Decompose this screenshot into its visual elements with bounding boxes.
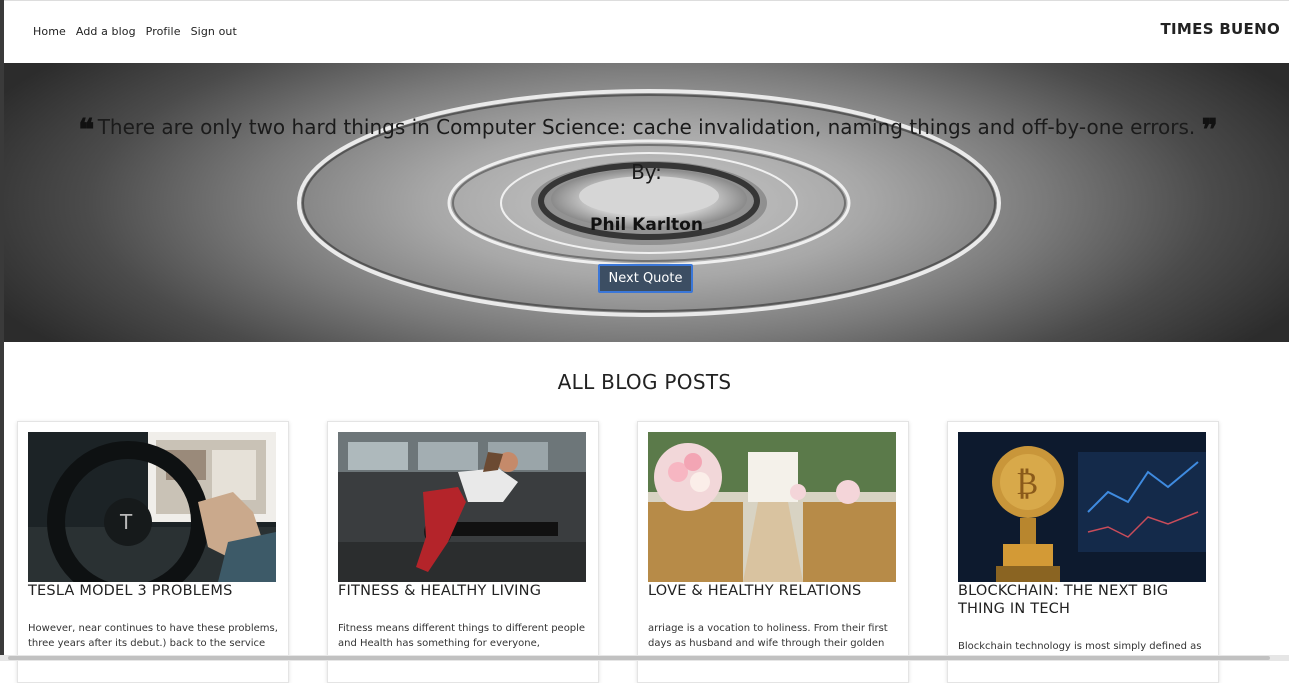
blog-card-tesla[interactable]: T TESLA MODEL 3 PROBLEMS However, near c… [17, 421, 289, 683]
card-excerpt: Blockchain technology is most simply def… [958, 641, 1202, 652]
scrollbar-thumb[interactable] [8, 656, 1270, 660]
nav-link-add-blog[interactable]: Add a blog [76, 25, 136, 38]
nav-link-profile[interactable]: Profile [146, 25, 181, 38]
wedding-aisle-image[interactable] [648, 432, 896, 582]
bitcoin-image[interactable]: ₿ [958, 432, 1206, 582]
quote-right-icon: ❞ [1201, 113, 1218, 148]
gym-workout-image[interactable] [338, 432, 586, 582]
next-quote-button[interactable]: Next Quote [598, 264, 693, 293]
card-title[interactable]: LOVE & HEALTHY RELATIONS [648, 582, 888, 600]
quote-left-icon: ❝ [78, 113, 94, 148]
card-title[interactable]: FITNESS & HEALTHY LIVING [338, 582, 578, 600]
ripple-background-image [297, 89, 1001, 317]
quote-text-line: ❝ There are only two hard things in Comp… [4, 113, 1289, 148]
navbar: Home Add a blog Profile Sign out TIMES B… [4, 1, 1289, 63]
posts-heading: ALL BLOG POSTS [557, 370, 732, 394]
blog-card-blockchain[interactable]: ₿ BLOCKCHAIN: THE NEXT BIG THING IN TECH… [947, 421, 1219, 683]
nav-links: Home Add a blog Profile Sign out [33, 25, 237, 38]
quote-text: There are only two hard things in Comput… [97, 115, 1196, 139]
nav-link-sign-out[interactable]: Sign out [191, 25, 237, 38]
brand-logo[interactable]: TIMES BUENO [1161, 20, 1280, 38]
quote-by-label: By: [631, 160, 662, 184]
card-title[interactable]: BLOCKCHAIN: THE NEXT BIG THING IN TECH [958, 582, 1198, 618]
card-excerpt: However, near continues to have these pr… [28, 623, 278, 649]
quote-hero: ❝ There are only two hard things in Comp… [4, 63, 1289, 342]
blog-card-love[interactable]: LOVE & HEALTHY RELATIONS arriage is a vo… [637, 421, 909, 683]
card-excerpt: Fitness means different things to differ… [338, 623, 586, 649]
tesla-interior-image[interactable]: T [28, 432, 276, 582]
card-excerpt: arriage is a vocation to holiness. From … [648, 623, 888, 649]
quote-author: Phil Karlton [590, 215, 703, 235]
horizontal-scrollbar[interactable] [0, 655, 1289, 661]
card-title[interactable]: TESLA MODEL 3 PROBLEMS [28, 582, 268, 600]
svg-text:₿: ₿ [1016, 464, 1038, 502]
nav-link-home[interactable]: Home [33, 25, 66, 38]
svg-text:T: T [119, 510, 133, 534]
blog-card-fitness[interactable]: FITNESS & HEALTHY LIVING Fitness means d… [327, 421, 599, 683]
